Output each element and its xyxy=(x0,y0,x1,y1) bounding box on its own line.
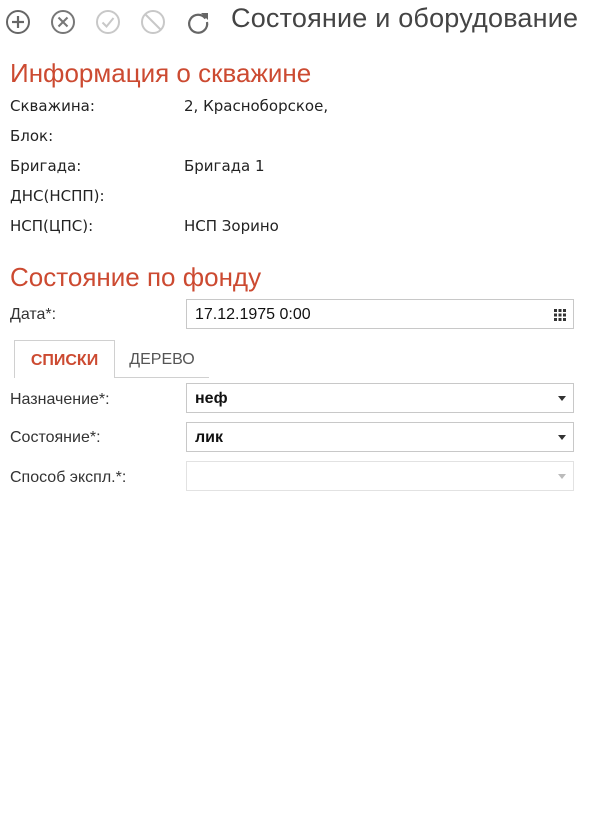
state-value: лик xyxy=(195,429,224,446)
refresh-icon[interactable] xyxy=(185,9,211,35)
cancel-circle-icon[interactable] xyxy=(50,9,76,35)
dns-label: ДНС(НСПП): xyxy=(10,187,105,205)
block-label: Блок: xyxy=(10,127,54,145)
state-label: Состояние*: xyxy=(10,429,101,446)
fund-state-title: Состояние по фонду xyxy=(10,262,262,292)
well-label: Скважина: xyxy=(10,97,95,115)
chevron-down-icon[interactable] xyxy=(558,396,566,401)
tab-tree[interactable]: ДЕРЕВО xyxy=(115,340,209,378)
date-value: 17.12.1975 0:00 xyxy=(195,306,311,323)
brigade-label: Бригада: xyxy=(10,157,82,175)
operation-method-label: Способ экспл.*: xyxy=(10,469,127,486)
well-info-title: Информация о скважине xyxy=(10,58,312,88)
nsp-value: НСП Зорино xyxy=(184,217,279,235)
toolbar: Состояние и оборудование xyxy=(0,0,589,44)
chevron-down-icon[interactable] xyxy=(558,435,566,440)
purpose-label: Назначение*: xyxy=(10,391,110,408)
tab-divider xyxy=(115,377,209,378)
page-title: Состояние и оборудование xyxy=(231,3,579,33)
brigade-value: Бригада 1 xyxy=(184,157,265,175)
date-label: Дата*: xyxy=(10,306,57,323)
block-circle-icon[interactable] xyxy=(140,9,166,35)
operation-method-select[interactable] xyxy=(186,461,574,491)
date-field[interactable]: 17.12.1975 0:00 xyxy=(186,299,574,329)
purpose-select[interactable]: неф xyxy=(186,383,574,413)
chevron-down-icon xyxy=(558,474,566,479)
state-select[interactable]: лик xyxy=(186,422,574,452)
add-circle-icon[interactable] xyxy=(5,9,31,35)
purpose-value: неф xyxy=(195,390,228,407)
nsp-label: НСП(ЦПС): xyxy=(10,217,94,235)
check-circle-icon[interactable] xyxy=(95,9,121,35)
calendar-grid-icon[interactable] xyxy=(554,308,566,321)
tab-lists[interactable]: СПИСКИ xyxy=(14,340,115,378)
well-value: 2, Красноборское, xyxy=(184,97,329,115)
